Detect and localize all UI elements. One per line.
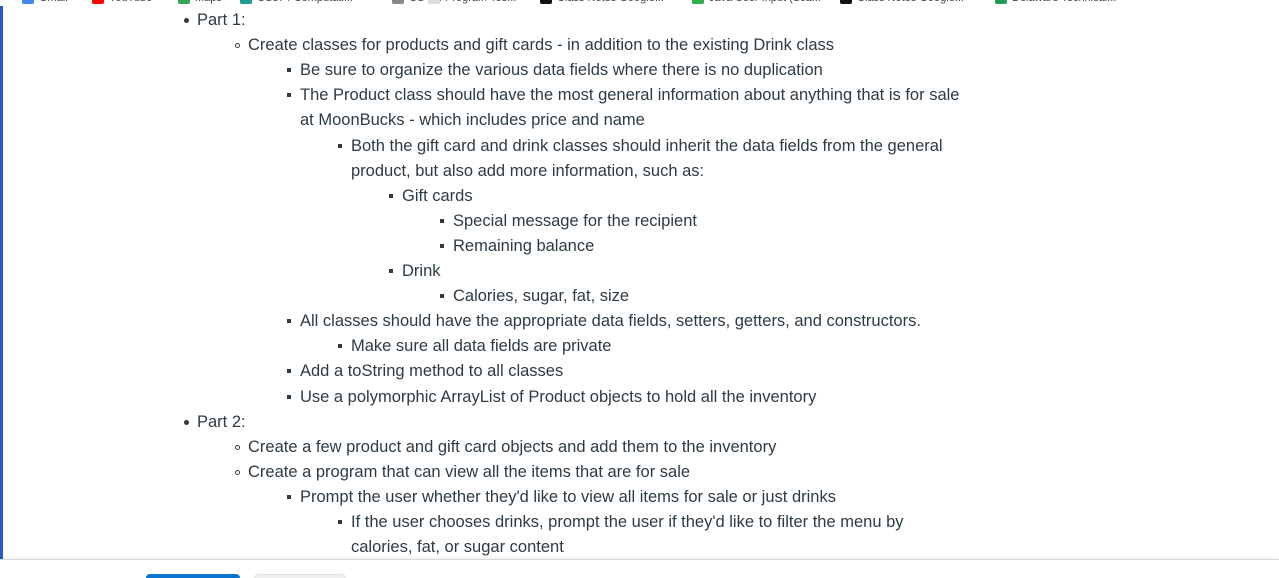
list-item: Both the gift card and drink classes sho… <box>351 137 943 155</box>
bookmark-label: Gmail <box>39 0 68 4</box>
bullet-square-icon <box>440 244 444 248</box>
bullet-disc-icon <box>184 419 189 425</box>
course-icon <box>240 0 252 4</box>
list-item-continuation: product, but also add more information, … <box>351 162 705 180</box>
list-item: All classes should have the appropriate … <box>300 312 921 330</box>
list-item: Create a program that can view all the i… <box>248 463 691 481</box>
bullet-square-icon <box>287 68 291 72</box>
bookmark-label: Class Notes Google... <box>857 0 964 4</box>
bullet-square-icon <box>287 93 291 97</box>
list-item: Special message for the recipient <box>453 212 697 230</box>
list-item-continuation: calories, fat, or sugar content <box>351 538 564 556</box>
list-item: Prompt the user whether they'd like to v… <box>300 488 836 506</box>
bullet-disc-icon <box>184 17 189 23</box>
youtube-icon <box>92 0 104 4</box>
bookmark-label: YouTube <box>109 0 152 4</box>
assignment-description: Part 1: Create classes for products and g… <box>0 0 1279 560</box>
gmail-icon <box>22 0 34 4</box>
bullet-square-icon <box>389 269 393 273</box>
bullet-square-icon <box>440 219 444 223</box>
bookmark-label: Maps <box>195 0 222 4</box>
maps-icon <box>178 0 190 4</box>
bookmarks-bar: GmailYouTubeMapsCS374 Computati...CS 8/9… <box>0 0 1279 6</box>
school-icon <box>995 0 1007 4</box>
bookmark-item[interactable]: Maps <box>178 0 222 5</box>
bullet-square-icon <box>287 319 291 323</box>
list-item: Be sure to organize the various data fie… <box>300 61 823 79</box>
list-item: If the user chooses drinks, prompt the u… <box>351 513 904 531</box>
java-icon <box>692 0 704 4</box>
bookmark-item[interactable]: Class Notes Google... <box>540 0 664 5</box>
bookmark-label: Class Notes Google... <box>557 0 664 4</box>
secondary-action-button[interactable] <box>254 574 346 578</box>
bookmark-item[interactable]: Gmail <box>22 0 68 5</box>
list-item-continuation: at MoonBucks - which includes price and … <box>300 111 645 129</box>
bookmark-item[interactable]: Class Notes Google... <box>840 0 964 5</box>
bookmark-item[interactable]: Delaware Technical... <box>995 0 1116 5</box>
bullet-square-icon <box>338 344 342 348</box>
list-item: Make sure all data fields are private <box>351 337 612 355</box>
bullet-square-icon <box>338 144 342 148</box>
bookmark-item[interactable]: YouTube <box>92 0 152 5</box>
bullet-square-icon <box>338 520 342 524</box>
notes-icon <box>840 0 852 4</box>
bookmark-label: Delaware Technical... <box>1012 0 1116 4</box>
bookmark-label: Program Tes... <box>445 0 516 4</box>
bookmark-item[interactable]: Java User Input (Sca... <box>692 0 821 5</box>
footer-action-bar <box>0 559 1279 578</box>
list-item: Part 2: <box>197 413 246 431</box>
list-item: Use a polymorphic ArrayList of Product o… <box>300 388 817 406</box>
bullet-square-icon <box>287 495 291 499</box>
course-icon <box>392 0 404 4</box>
notes-icon <box>540 0 552 4</box>
bookmark-label: Java User Input (Sca... <box>709 0 821 4</box>
list-item: Add a toString method to all classes <box>300 362 564 380</box>
page-icon <box>428 0 440 4</box>
bookmark-label: CS374 Computati... <box>257 0 353 4</box>
bookmark-item[interactable]: Program Tes... <box>428 0 516 5</box>
bookmark-item[interactable]: CS374 Computati... <box>240 0 353 5</box>
list-item: Calories, sugar, fat, size <box>453 287 630 305</box>
bullet-circle-icon <box>235 42 240 48</box>
list-item: Remaining balance <box>453 237 595 255</box>
list-item: Part 1: <box>197 11 246 29</box>
bullet-square-icon <box>287 395 291 399</box>
bullet-circle-icon <box>235 444 240 450</box>
list-item: Gift cards <box>402 187 473 205</box>
bullet-square-icon <box>389 194 393 198</box>
bullet-circle-icon <box>235 469 240 475</box>
list-item: The Product class should have the most g… <box>300 86 960 104</box>
list-item: Create a few product and gift card objec… <box>248 438 777 456</box>
primary-action-button[interactable] <box>146 574 240 578</box>
bullet-square-icon <box>287 369 291 373</box>
list-item: Create classes for products and gift car… <box>248 36 835 54</box>
bullet-square-icon <box>440 294 444 298</box>
list-item: Drink <box>402 262 441 280</box>
